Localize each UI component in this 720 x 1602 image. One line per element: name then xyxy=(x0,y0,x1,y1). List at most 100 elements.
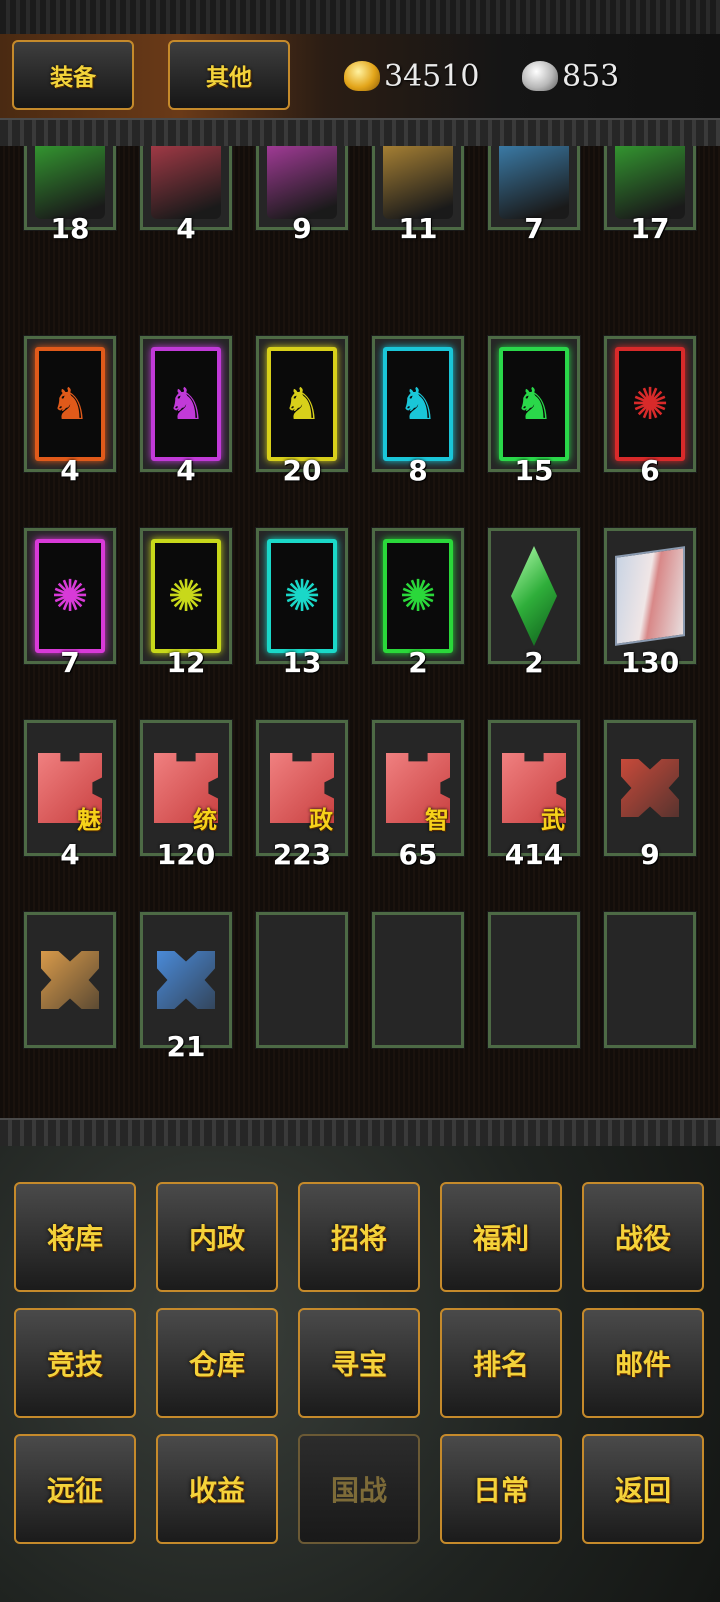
header-bar: 装备 其他 34510 853 xyxy=(0,34,720,118)
item-count: 7 xyxy=(60,646,80,679)
income-button[interactable]: 收益 xyxy=(156,1434,278,1544)
silver-ingot-icon xyxy=(522,61,558,91)
gem-icon xyxy=(499,539,569,653)
main-menu: 将库 内政 招将 福利 战役竞技 仓库 寻宝 排名 邮件远征 收益 国战 日常 返回 xyxy=(0,1146,720,1602)
back-button[interactable]: 返回 xyxy=(582,1434,704,1544)
horse-card-icon: ♞ xyxy=(35,347,105,461)
item-count: 11 xyxy=(398,212,438,245)
seal-card-icon: ✺ xyxy=(267,539,337,653)
domestic-affairs-button[interactable]: 内政 xyxy=(156,1182,278,1292)
item-count: 223 xyxy=(272,838,332,871)
tab-other[interactable]: 其他 xyxy=(168,40,290,110)
scroll-icon xyxy=(35,146,105,219)
expedition-button[interactable]: 远征 xyxy=(14,1434,136,1544)
national-war-button[interactable]: 国战 xyxy=(298,1434,420,1544)
item-count: 9 xyxy=(640,838,660,871)
inventory-slot[interactable] xyxy=(255,911,349,1049)
inventory-slot[interactable]: ✺ xyxy=(255,527,349,665)
item-count: 21 xyxy=(166,1030,206,1063)
item-count: 18 xyxy=(50,212,90,245)
puzzle-piece-icon: 政 xyxy=(267,731,337,845)
item-count: 414 xyxy=(504,838,564,871)
item-count: 2 xyxy=(524,646,544,679)
item-count: 15 xyxy=(514,454,554,487)
cross-piece-icon xyxy=(615,731,685,845)
item-count: 6 xyxy=(640,454,660,487)
general-storage-button[interactable]: 将库 xyxy=(14,1182,136,1292)
inventory-slot[interactable]: 武 xyxy=(487,719,581,857)
item-count: 4 xyxy=(176,454,196,487)
horse-card-icon: ♞ xyxy=(267,347,337,461)
inventory-slot[interactable] xyxy=(603,527,697,665)
item-count: 120 xyxy=(156,838,216,871)
recruit-generals-button[interactable]: 招将 xyxy=(298,1182,420,1292)
item-count: 4 xyxy=(176,212,196,245)
scroll-icon xyxy=(615,146,685,219)
item-count: 65 xyxy=(398,838,438,871)
seal-card-icon: ✺ xyxy=(383,539,453,653)
scroll-icon xyxy=(383,146,453,219)
item-count: 2 xyxy=(408,646,428,679)
seal-card-icon: ✺ xyxy=(151,539,221,653)
horse-card-icon: ♞ xyxy=(151,347,221,461)
item-count: 4 xyxy=(60,454,80,487)
attribute-tag: 智 xyxy=(425,806,449,834)
inventory-slot[interactable] xyxy=(603,719,697,857)
book-icon xyxy=(615,539,685,653)
inventory-slot[interactable] xyxy=(487,527,581,665)
inventory-slot[interactable]: ♞ xyxy=(23,335,117,473)
puzzle-piece-icon: 统 xyxy=(151,731,221,845)
inventory-slot[interactable]: ✺ xyxy=(603,335,697,473)
scroll-icon xyxy=(267,146,337,219)
daily-button[interactable]: 日常 xyxy=(440,1434,562,1544)
item-count: 7 xyxy=(524,212,544,245)
inventory-slot[interactable]: ♞ xyxy=(139,335,233,473)
inventory-slot[interactable]: ♞ xyxy=(255,335,349,473)
gold-ingot-icon xyxy=(344,61,380,91)
gold-currency: 34510 xyxy=(344,54,479,98)
puzzle-piece-icon: 智 xyxy=(383,731,453,845)
empty-slot xyxy=(615,923,685,1037)
inventory-slot[interactable]: ✺ xyxy=(371,527,465,665)
inventory-bottom-border xyxy=(0,1118,720,1148)
warehouse-button[interactable]: 仓库 xyxy=(156,1308,278,1418)
ranking-button[interactable]: 排名 xyxy=(440,1308,562,1418)
welfare-button[interactable]: 福利 xyxy=(440,1182,562,1292)
empty-slot xyxy=(267,923,337,1037)
arena-button[interactable]: 竞技 xyxy=(14,1308,136,1418)
item-count: 8 xyxy=(408,454,428,487)
inventory-slot[interactable] xyxy=(23,911,117,1049)
inventory-slot[interactable]: 政 xyxy=(255,719,349,857)
inventory-slot[interactable] xyxy=(603,911,697,1049)
tab-equipment[interactable]: 装备 xyxy=(12,40,134,110)
empty-slot xyxy=(383,923,453,1037)
attribute-tag: 武 xyxy=(541,806,565,834)
item-count: 13 xyxy=(282,646,322,679)
inventory-slot[interactable]: ♞ xyxy=(371,335,465,473)
empty-slot xyxy=(499,923,569,1037)
inventory-slot[interactable]: 智 xyxy=(371,719,465,857)
inventory-slot[interactable] xyxy=(487,911,581,1049)
inventory-slot[interactable]: ✺ xyxy=(139,527,233,665)
silver-amount: 853 xyxy=(562,58,620,94)
mail-button[interactable]: 邮件 xyxy=(582,1308,704,1418)
inventory-slot[interactable]: ♞ xyxy=(487,335,581,473)
inventory-slot[interactable] xyxy=(139,911,233,1049)
item-count: 17 xyxy=(630,212,670,245)
item-count: 9 xyxy=(292,212,312,245)
item-count: 20 xyxy=(282,454,322,487)
campaign-button[interactable]: 战役 xyxy=(582,1182,704,1292)
inventory-slot[interactable]: ✺ xyxy=(23,527,117,665)
attribute-tag: 魅 xyxy=(77,806,101,834)
scroll-icon xyxy=(151,146,221,219)
seal-card-icon: ✺ xyxy=(35,539,105,653)
inventory-slot[interactable]: 统 xyxy=(139,719,233,857)
item-count: 4 xyxy=(60,838,80,871)
header-bottom-border xyxy=(0,118,720,148)
inventory-slot[interactable] xyxy=(371,911,465,1049)
inventory-grid[interactable]: 18 4 9 11 7 17 ♞ 4 ♞ 4 ♞ 20 ♞ 8 ♞ 15 ✺ 6 ✺ 7 ✺ 12 ✺ 13 ✺ 2 2 130 魅 4 统… xyxy=(0,146,720,1118)
attribute-tag: 政 xyxy=(309,806,333,834)
treasure-hunt-button[interactable]: 寻宝 xyxy=(298,1308,420,1418)
cross-piece-icon xyxy=(151,923,221,1037)
inventory-slot[interactable]: 魅 xyxy=(23,719,117,857)
